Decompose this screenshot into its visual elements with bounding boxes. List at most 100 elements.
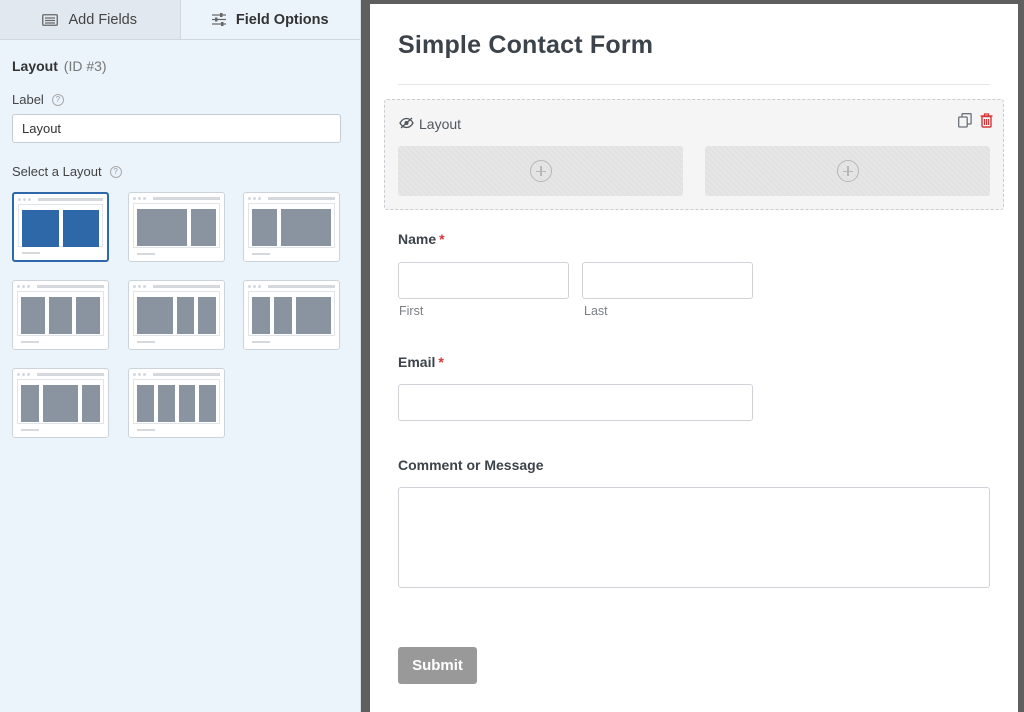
thumb-column (273, 297, 292, 334)
thumb-columns (252, 209, 331, 246)
thumb-column (21, 297, 45, 334)
tab-add-fields-label: Add Fields (68, 11, 137, 28)
trash-icon[interactable] (980, 113, 993, 133)
layout-options-grid (12, 192, 348, 442)
layout-option-33-67[interactable] (243, 192, 340, 262)
thumb-columns (22, 210, 99, 247)
thumb-columns (137, 297, 216, 334)
thumb-footer (22, 252, 40, 254)
thumb-column (21, 385, 39, 422)
comment-textarea[interactable] (398, 487, 990, 588)
thumb-footer (137, 429, 155, 431)
layout-column-dropzone[interactable] (705, 146, 990, 196)
layout-field-label: Layout (419, 116, 462, 132)
add-circle-icon[interactable] (836, 160, 859, 182)
email-input[interactable] (398, 384, 753, 421)
last-sublabel: Last (584, 304, 608, 318)
thumb-columns (21, 297, 101, 334)
name-field-label: Name * (398, 231, 445, 247)
field-options-body: Layout (ID #3) Label ? Layout Select a L… (0, 40, 360, 442)
thumb-footer (21, 341, 39, 343)
thumb-footer (252, 253, 270, 255)
title-divider (398, 84, 990, 85)
layout-field-block[interactable]: Layout (384, 99, 1004, 210)
thumb-column (82, 385, 100, 422)
select-layout-heading: Select a Layout ? (12, 164, 348, 179)
thumb-column (252, 209, 277, 246)
thumb-column (176, 297, 195, 334)
add-circle-icon[interactable] (529, 160, 552, 182)
submit-button[interactable]: Submit (398, 647, 477, 684)
field-options-sidebar: Add Fields Field Options Layout (ID #3) … (0, 0, 361, 712)
thumb-topbar (133, 197, 220, 200)
sliders-icon (211, 13, 226, 26)
thumb-columns (21, 385, 100, 422)
thumb-column (191, 209, 216, 246)
tab-add-fields[interactable]: Add Fields (0, 0, 181, 39)
thumb-columns (137, 385, 216, 422)
help-icon[interactable]: ? (109, 165, 122, 178)
layout-option-25-50-25[interactable] (12, 368, 109, 438)
layout-option-50-25-25[interactable] (128, 280, 225, 350)
field-title: Layout (ID #3) (12, 58, 348, 74)
last-name-input[interactable] (582, 262, 753, 299)
thumb-column (62, 210, 99, 247)
thumb-column (157, 385, 175, 422)
label-input-value: Layout (22, 121, 62, 136)
comment-field-label: Comment or Message (398, 457, 544, 473)
hidden-eye-icon (399, 116, 414, 132)
thumb-column (42, 385, 79, 422)
thumb-column (76, 297, 101, 334)
thumb-column (281, 209, 331, 246)
label-input[interactable]: Layout (12, 114, 341, 143)
layout-option-33-33-33[interactable] (12, 280, 109, 350)
thumb-column (198, 297, 216, 334)
name-label-text: Name (398, 231, 437, 247)
thumb-footer (137, 253, 155, 255)
first-name-input[interactable] (398, 262, 569, 299)
layout-option-25-25-25-25[interactable] (128, 368, 225, 438)
help-icon[interactable]: ? (51, 93, 64, 106)
thumb-footer (252, 341, 270, 343)
first-sublabel: First (399, 304, 424, 318)
thumb-topbar (248, 197, 335, 200)
layout-option-50-50[interactable] (12, 192, 109, 262)
layout-option-25-25-50[interactable] (243, 280, 340, 350)
required-asterisk: * (438, 354, 444, 370)
tab-field-options-label: Field Options (235, 11, 329, 28)
email-label-text: Email (398, 354, 436, 370)
form-preview: Simple Contact Form Layout Name * First L… (370, 4, 1018, 712)
label-option-text: Label (12, 92, 44, 107)
thumb-columns (137, 209, 216, 246)
thumb-column (252, 297, 270, 334)
thumb-footer (21, 429, 39, 431)
thumb-column (22, 210, 59, 247)
layout-field-header: Layout (399, 116, 461, 132)
thumb-topbar (133, 373, 220, 376)
list-icon (42, 13, 59, 26)
layout-option-67-33[interactable] (128, 192, 225, 262)
thumb-column (48, 297, 73, 334)
thumb-column (137, 297, 173, 334)
thumb-topbar (248, 285, 335, 288)
field-id: (ID #3) (63, 58, 107, 74)
email-field-label: Email * (398, 354, 444, 370)
thumb-topbar (17, 285, 104, 288)
thumb-footer (137, 341, 155, 343)
required-asterisk: * (439, 231, 445, 247)
select-layout-text: Select a Layout (12, 164, 102, 179)
duplicate-icon[interactable] (958, 113, 972, 133)
tab-field-options[interactable]: Field Options (180, 0, 360, 39)
field-name: Layout (12, 58, 58, 74)
thumb-topbar (17, 373, 104, 376)
thumb-topbar (133, 285, 220, 288)
thumb-column (199, 385, 216, 422)
thumb-columns (252, 297, 331, 334)
form-title: Simple Contact Form (398, 31, 654, 59)
label-option-heading: Label ? (12, 92, 348, 107)
sidebar-tabs: Add Fields Field Options (0, 0, 360, 40)
thumb-column (178, 385, 196, 422)
thumb-column (137, 209, 187, 246)
thumb-column (295, 297, 331, 334)
layout-column-dropzone[interactable] (398, 146, 683, 196)
